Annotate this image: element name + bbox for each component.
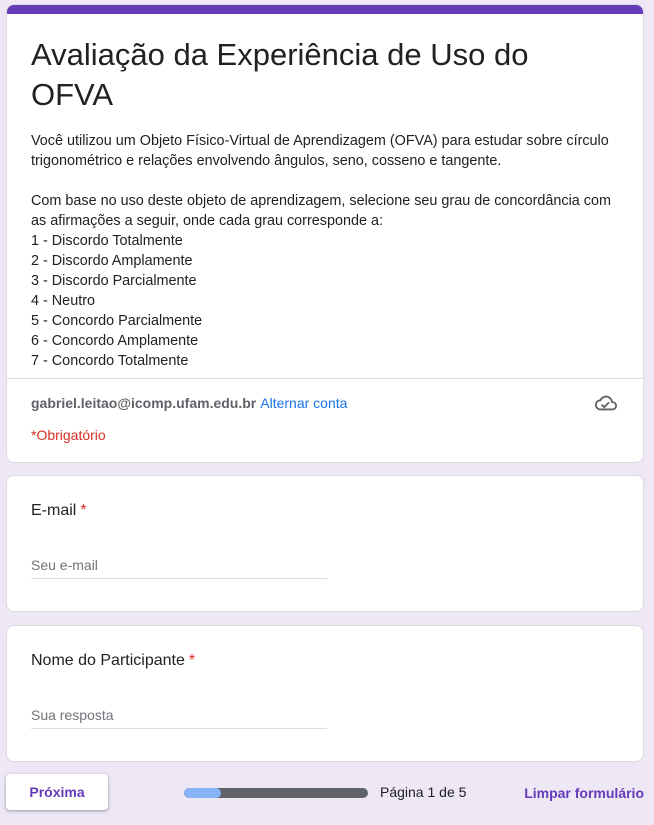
account-email: gabriel.leitao@icomp.ufam.edu.br xyxy=(31,395,257,411)
header-accent-bar xyxy=(7,5,643,14)
question-card-participant-name: Nome do Participante * xyxy=(6,625,644,762)
form-description: Você utilizou um Objeto Físico-Virtual d… xyxy=(31,133,611,369)
clear-form-button[interactable]: Limpar formulário xyxy=(524,785,644,801)
header-divider xyxy=(7,378,643,379)
question-label-participant-name: Nome do Participante * xyxy=(31,652,195,670)
participant-name-input[interactable] xyxy=(31,702,327,729)
email-input[interactable] xyxy=(31,552,327,579)
progress-bar xyxy=(184,788,368,798)
account-row: gabriel.leitao@icomp.ufam.edu.br Alterna… xyxy=(31,393,619,413)
form-header-card: Avaliação da Experiência de Uso do OFVA … xyxy=(6,4,644,463)
cloud-saved-icon xyxy=(595,393,617,413)
switch-account-link[interactable]: Alternar conta xyxy=(260,395,347,411)
question-label-email: E-mail * xyxy=(31,502,87,520)
question-title: E-mail xyxy=(31,502,77,519)
form-footer: Próxima Página 1 de 5 Limpar formulário xyxy=(6,774,644,812)
next-button[interactable]: Próxima xyxy=(6,774,108,810)
required-asterisk: * xyxy=(188,652,196,669)
question-card-email: E-mail * xyxy=(6,475,644,612)
required-note: *Obrigatório xyxy=(31,427,106,443)
form-title: Avaliação da Experiência de Uso do OFVA xyxy=(31,37,529,112)
question-title: Nome do Participante xyxy=(31,652,185,669)
page-indicator: Página 1 de 5 xyxy=(380,784,467,800)
required-asterisk: * xyxy=(80,502,87,519)
progress-bar-fill xyxy=(184,788,221,798)
